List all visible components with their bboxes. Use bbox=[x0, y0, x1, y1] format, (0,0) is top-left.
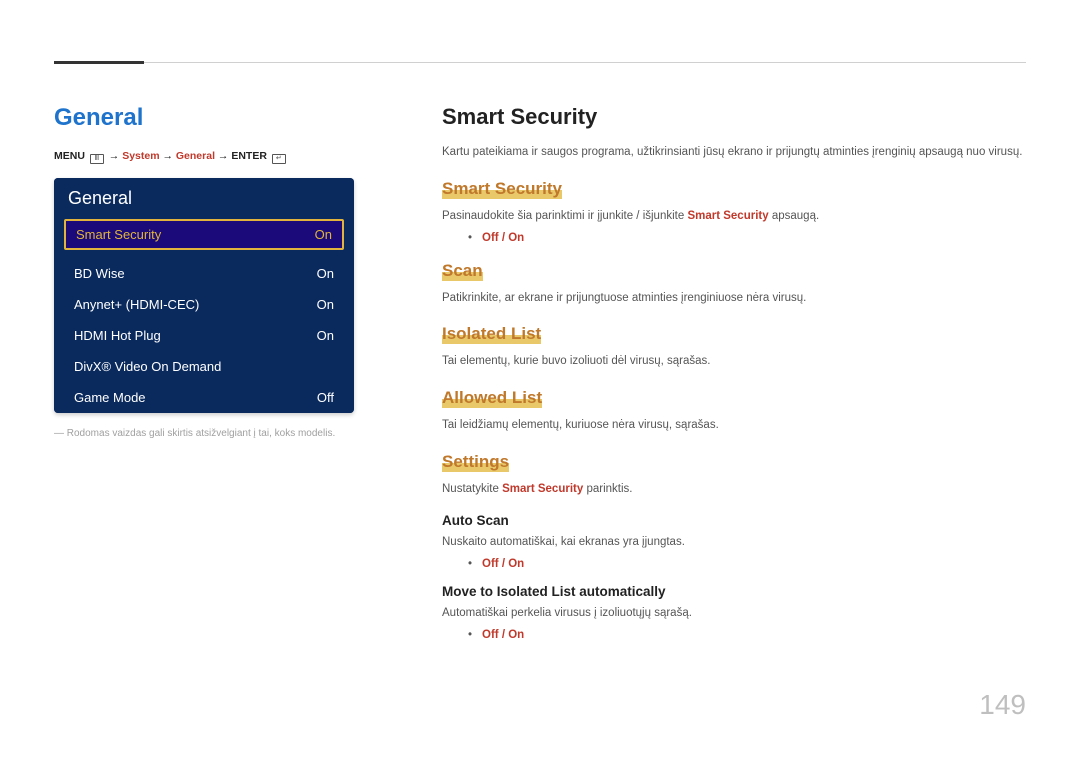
osd-title: General bbox=[54, 178, 354, 215]
osd-item-value: On bbox=[317, 297, 334, 312]
osd-item-label: Game Mode bbox=[74, 390, 146, 405]
sub-heading: Allowed List bbox=[442, 388, 542, 408]
top-rule bbox=[54, 62, 1026, 63]
subsub-heading: Move to Isolated List automatically bbox=[442, 584, 1026, 599]
option-item: Off / On bbox=[468, 232, 1026, 244]
osd-item[interactable]: Anynet+ (HDMI-CEC) On bbox=[54, 289, 354, 320]
options-list: Off / On bbox=[442, 558, 1026, 570]
top-rule-bold bbox=[54, 61, 144, 64]
breadcrumb-enter: ENTER bbox=[231, 150, 267, 162]
breadcrumb-menu: MENU bbox=[54, 150, 85, 162]
osd-selected-value: On bbox=[315, 227, 332, 242]
section-title: General bbox=[54, 104, 394, 132]
menu-icon: Ⅲ bbox=[90, 154, 104, 164]
section-isolated: Isolated List Tai elementų, kurie buvo i… bbox=[442, 323, 1026, 371]
breadcrumb-arrow-3: → bbox=[218, 150, 229, 162]
section-smart-security: Smart Security Pasinaudokite šia parinkt… bbox=[442, 178, 1026, 244]
osd-selected-item[interactable]: Smart Security On bbox=[64, 219, 344, 250]
options-list: Off / On bbox=[442, 232, 1026, 244]
osd-item[interactable]: Game Mode Off bbox=[54, 382, 354, 413]
osd-item-label: Anynet+ (HDMI-CEC) bbox=[74, 297, 199, 312]
breadcrumb-arrow-1: → bbox=[109, 150, 120, 162]
section-scan: Scan Patikrinkite, ar ekrane ir prijungt… bbox=[442, 260, 1026, 308]
right-column: Smart Security Kartu pateikiama ir saugo… bbox=[442, 104, 1026, 657]
sub-heading: Scan bbox=[442, 261, 483, 281]
osd-item-label: BD Wise bbox=[74, 266, 125, 281]
osd-item[interactable]: HDMI Hot Plug On bbox=[54, 320, 354, 351]
subsub-desc: Nuskaito automatiškai, kai ekranas yra į… bbox=[442, 534, 1026, 552]
osd-item-value: Off bbox=[317, 390, 334, 405]
osd-item-value: On bbox=[317, 328, 334, 343]
option-item: Off / On bbox=[468, 558, 1026, 570]
page-number: 149 bbox=[979, 689, 1026, 721]
subsub-desc: Automatiškai perkelia virusus į izoliuot… bbox=[442, 605, 1026, 623]
section-settings: Settings Nustatykite Smart Security pari… bbox=[442, 451, 1026, 640]
sub-desc: Pasinaudokite šia parinktimi ir įjunkite… bbox=[442, 208, 1026, 226]
main-title: Smart Security bbox=[442, 104, 1026, 130]
breadcrumb-system: System bbox=[122, 150, 159, 162]
sub-desc: Patikrinkite, ar ekrane ir prijungtuose … bbox=[442, 290, 1026, 308]
sub-desc: Nustatykite Smart Security parinktis. bbox=[442, 481, 1026, 499]
sub-desc: Tai leidžiamų elementų, kuriuose nėra vi… bbox=[442, 417, 1026, 435]
left-column: General MENU Ⅲ → System → General → ENTE… bbox=[54, 104, 394, 657]
section-allowed: Allowed List Tai leidžiamų elementų, kur… bbox=[442, 387, 1026, 435]
breadcrumb-arrow-2: → bbox=[162, 150, 173, 162]
footnote: ― Rodomas vaizdas gali skirtis atsižvelg… bbox=[54, 427, 394, 441]
osd-item[interactable]: BD Wise On bbox=[54, 258, 354, 289]
options-list: Off / On bbox=[442, 629, 1026, 641]
enter-icon: ↵ bbox=[272, 154, 286, 164]
osd-selected-label: Smart Security bbox=[76, 227, 161, 242]
osd-item-label: HDMI Hot Plug bbox=[74, 328, 161, 343]
osd-item-label: DivX® Video On Demand bbox=[74, 359, 221, 374]
osd-menu: General Smart Security On BD Wise On Any… bbox=[54, 178, 354, 413]
osd-item-value: On bbox=[317, 266, 334, 281]
sub-heading: Isolated List bbox=[442, 324, 541, 344]
intro-text: Kartu pateikiama ir saugos programa, užt… bbox=[442, 144, 1026, 162]
option-item: Off / On bbox=[468, 629, 1026, 641]
sub-heading: Smart Security bbox=[442, 179, 562, 199]
breadcrumb: MENU Ⅲ → System → General → ENTER ↵ bbox=[54, 150, 394, 164]
sub-heading: Settings bbox=[442, 452, 509, 472]
breadcrumb-general: General bbox=[176, 150, 215, 162]
sub-desc: Tai elementų, kurie buvo izoliuoti dėl v… bbox=[442, 353, 1026, 371]
subsub-heading: Auto Scan bbox=[442, 513, 1026, 528]
osd-item[interactable]: DivX® Video On Demand bbox=[54, 351, 354, 382]
